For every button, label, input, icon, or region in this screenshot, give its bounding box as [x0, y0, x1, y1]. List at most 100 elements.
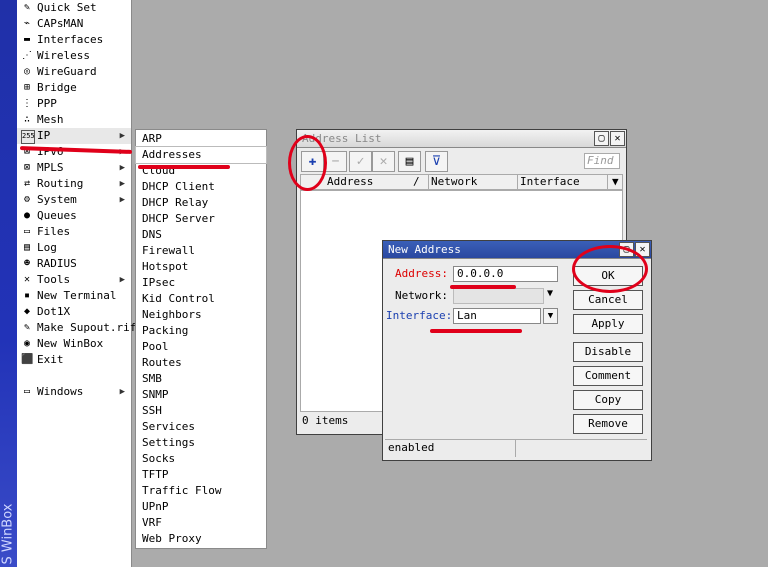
submenu-arrow-icon: ▶ [119, 131, 125, 141]
interface-dropdown-icon[interactable]: ▼ [543, 308, 558, 324]
menu-item-wireless[interactable]: ⋰ Wireless [17, 48, 131, 64]
dot1x-icon: ◆ [23, 306, 31, 317]
submenu-item-arp[interactable]: ARP [136, 131, 266, 147]
menu-item-interfaces[interactable]: ▬ Interfaces [17, 32, 131, 48]
antenna-icon: ⌁ [23, 18, 31, 29]
submenu-item-hotspot[interactable]: Hotspot [136, 259, 266, 275]
column-menu-icon[interactable]: ▼ [607, 175, 619, 189]
submenu-item-addresses[interactable]: Addresses [135, 146, 267, 164]
menu-item-label: Dot1X [37, 305, 71, 318]
network-dropdown-icon[interactable]: ▼ [547, 288, 553, 299]
menu-item-radius[interactable]: ☻ RADIUS [17, 256, 131, 272]
submenu-item-packing[interactable]: Packing [136, 323, 266, 339]
winbox-icon: ◉ [23, 338, 31, 349]
enable-icon[interactable]: ✓ [349, 151, 372, 172]
submenu-item-tftp[interactable]: TFTP [136, 467, 266, 483]
menu-item-make-supout-rif[interactable]: ✎ Make Supout.rif [17, 320, 136, 336]
menu-item-label: Files [37, 225, 71, 238]
menu-item-label: WireGuard [37, 65, 97, 78]
menu-item-dot1x[interactable]: ◆ Dot1X [17, 304, 131, 320]
menu-item-exit[interactable]: ⬛ Exit [17, 352, 131, 368]
menu-item-mpls[interactable]: ⊠ MPLS ▶ [17, 160, 131, 176]
menu-item-new-winbox[interactable]: ◉ New WinBox [17, 336, 131, 352]
files-icon: ▭ [23, 226, 31, 237]
menu-item-ppp[interactable]: ⋮ PPP [17, 96, 131, 112]
menu-item-label: Routing [37, 177, 84, 190]
close-icon[interactable]: ✕ [610, 131, 625, 146]
annotation-underline-addresses [138, 165, 230, 169]
menu-item-bridge[interactable]: ⊞ Bridge [17, 80, 131, 96]
terminal-icon: ▪ [23, 290, 31, 301]
cancel-button[interactable]: Cancel [573, 290, 643, 310]
column-header-address[interactable]: Address [327, 175, 373, 189]
submenu-item-firewall[interactable]: Firewall [136, 243, 266, 259]
dialog-status-bar: enabled [385, 439, 647, 457]
column-header-interface[interactable]: Interface [517, 175, 580, 189]
column-header-row: Address / Network Interface ▼ [300, 174, 623, 190]
comment-icon[interactable]: ▤ [398, 151, 421, 172]
network-input[interactable] [453, 288, 544, 304]
remove-icon[interactable]: − [324, 151, 347, 172]
submenu-item-services[interactable]: Services [136, 419, 266, 435]
submenu-arrow-icon: ▶ [119, 163, 125, 173]
submenu-item-traffic-flow[interactable]: Traffic Flow [136, 483, 266, 499]
interface-select[interactable]: Lan [453, 308, 541, 324]
menu-item-wireguard[interactable]: ◎ WireGuard [17, 64, 131, 80]
ppp-icon: ⋮ [22, 98, 32, 109]
submenu-item-dhcp-client[interactable]: DHCP Client [136, 179, 266, 195]
submenu-item-kid-control[interactable]: Kid Control [136, 291, 266, 307]
apply-button[interactable]: Apply [573, 314, 643, 334]
submenu-item-web-proxy[interactable]: Web Proxy [136, 531, 266, 547]
submenu-item-ssh[interactable]: SSH [136, 403, 266, 419]
menu-item-label: New WinBox [37, 337, 104, 350]
bridge-icon: ⊞ [23, 82, 31, 93]
find-input[interactable]: Find [584, 153, 620, 169]
disable-button[interactable]: Disable [573, 342, 643, 362]
maximize-icon[interactable]: ▢ [594, 131, 609, 146]
submenu-item-socks[interactable]: Socks [136, 451, 266, 467]
menu-item-quick-set[interactable]: ✎ Quick Set [17, 0, 131, 16]
submenu-item-settings[interactable]: Settings [136, 435, 266, 451]
submenu-item-smb[interactable]: SMB [136, 371, 266, 387]
menu-item-system[interactable]: ⚙ System ▶ [17, 192, 131, 208]
submenu-item-neighbors[interactable]: Neighbors [136, 307, 266, 323]
menu-item-windows[interactable]: ▭ Windows ▶ [17, 384, 131, 400]
menu-item-tools[interactable]: ✕ Tools ▶ [17, 272, 131, 288]
filter-icon[interactable]: ⊽ [425, 151, 448, 172]
submenu-item-pool[interactable]: Pool [136, 339, 266, 355]
submenu-item-dhcp-relay[interactable]: DHCP Relay [136, 195, 266, 211]
log-icon: ▤ [23, 242, 31, 253]
submenu-item-routes[interactable]: Routes [136, 355, 266, 371]
menu-item-new-terminal[interactable]: ▪ New Terminal [17, 288, 131, 304]
menu-item-label: MPLS [37, 161, 64, 174]
menu-item-log[interactable]: ▤ Log [17, 240, 131, 256]
submenu-item-ipsec[interactable]: IPsec [136, 275, 266, 291]
sidebar-title: S WinBox [0, 503, 16, 565]
column-header-network[interactable]: Network [428, 175, 477, 189]
menu-item-label: Mesh [37, 113, 64, 126]
menu-item-mesh[interactable]: ∴ Mesh [17, 112, 131, 128]
menu-item-queues[interactable]: ● Queues [17, 208, 131, 224]
menu-item-label: PPP [37, 97, 57, 110]
menu-item-ip[interactable]: 255 IP ▶ [17, 128, 131, 144]
dialog-status: enabled [388, 441, 435, 454]
menu-item-capsman[interactable]: ⌁ CAPsMAN [17, 16, 131, 32]
menu-item-label: Windows [37, 385, 84, 398]
menu-item-label: Queues [37, 209, 77, 222]
tools-icon: ✕ [23, 274, 31, 285]
submenu-item-vrf[interactable]: VRF [136, 515, 266, 531]
submenu-item-snmp[interactable]: SNMP [136, 387, 266, 403]
submenu-item-dhcp-server[interactable]: DHCP Server [136, 211, 266, 227]
menu-item-routing[interactable]: ⇄ Routing ▶ [17, 176, 131, 192]
menu-item-files[interactable]: ▭ Files [17, 224, 131, 240]
submenu-item-dns[interactable]: DNS [136, 227, 266, 243]
menu-item-label: Interfaces [37, 33, 104, 46]
disable-icon[interactable]: ✕ [372, 151, 395, 172]
submenu-item-upnp[interactable]: UPnP [136, 499, 266, 515]
address-input[interactable]: 0.0.0.0 [453, 266, 558, 282]
copy-button[interactable]: Copy [573, 390, 643, 410]
comment-button[interactable]: Comment [573, 366, 643, 386]
address-list-titlebar[interactable]: Address List ▢ ✕ [297, 130, 626, 148]
remove-button[interactable]: Remove [573, 414, 643, 434]
menu-item-label: RADIUS [37, 257, 77, 270]
